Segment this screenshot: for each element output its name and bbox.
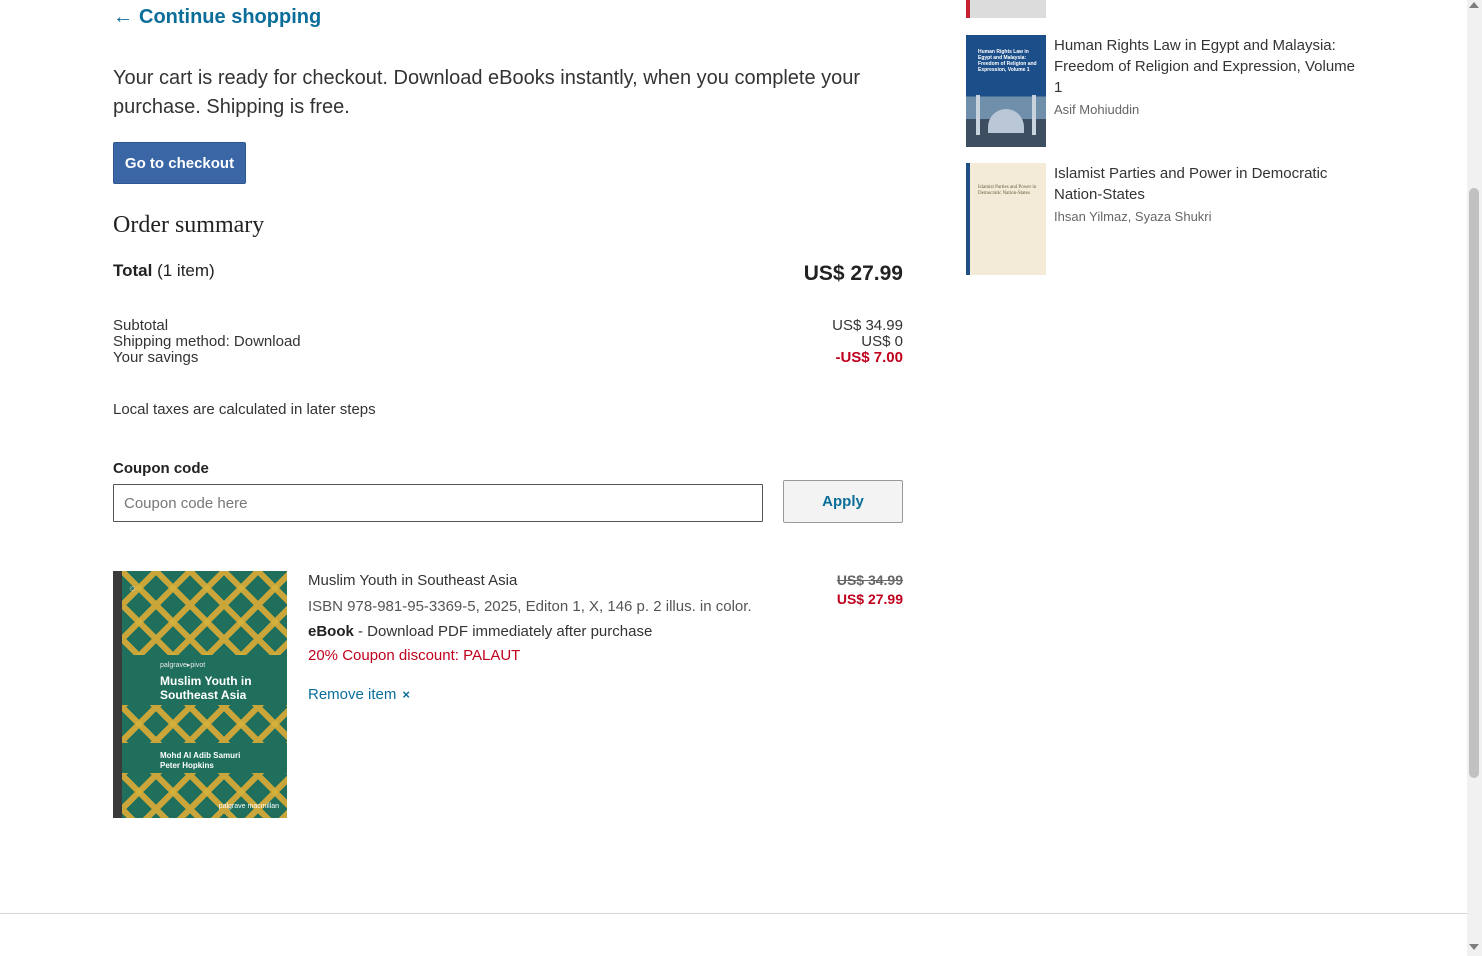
cover-publisher: palgrave▸pivot [160,662,206,669]
book-cover-image[interactable]: ☼ palgrave▸pivot Muslim Youth in Southea… [113,571,287,818]
recommendation-cover-1[interactable]: Human Rights Law in Egypt and Malaysia: … [966,35,1046,147]
footer-divider [0,913,1467,914]
cover-art-shape [988,109,1024,133]
total-item-count: (1 item) [157,261,215,280]
order-summary-heading: Order summary [113,212,265,238]
taxes-note: Local taxes are calculated in later step… [113,401,376,418]
recommendation-title-1[interactable]: Human Rights Law in Egypt and Malaysia: … [1054,35,1364,98]
continue-shopping-label: Continue shopping [139,6,322,28]
recommendation-author-2: Ihsan Yilmaz, Syaza Shukri [1054,209,1212,224]
recommendation-cover-text: Human Rights Law in Egypt and Malaysia: … [978,49,1037,73]
coupon-code-input[interactable] [113,484,763,522]
cart-item-details: ISBN 978-981-95-3369-5, 2025, Editon 1, … [308,598,752,615]
discounted-price: US$ 27.99 [836,591,903,607]
subtotal-label: Subtotal [113,317,169,334]
cover-title: Muslim Youth in Southeast Asia [160,674,252,702]
cover-art-shape [976,95,980,135]
recommendation-author-1: Asif Mohiuddin [1054,102,1140,117]
recommendation-cover-2[interactable]: Islamist Parties and Power in Democratic… [966,163,1046,275]
cover-publisher-logo: palgrave macmillan [218,803,279,810]
cart-item-title[interactable]: Muslim Youth in Southeast Asia [308,572,517,589]
close-icon: × [402,687,410,702]
apply-coupon-button[interactable]: Apply [783,480,903,523]
coupon-discount-note: 20% Coupon discount: PALAUT [308,647,521,664]
savings-value: -US$ 7.00 [835,349,903,366]
recommendation-cover-text: Islamist Parties and Power in Democratic… [978,185,1037,196]
total-label-text: Total [113,261,153,280]
format-name: eBook [308,623,354,640]
recommendation-cover-partial[interactable] [966,0,1046,18]
cart-item-format: eBook - Download PDF immediately after p… [308,623,652,640]
coupon-code-label: Coupon code [113,460,209,477]
recommendation-title-2[interactable]: Islamist Parties and Power in Democratic… [1054,163,1364,205]
format-description: - Download PDF immediately after purchas… [353,623,653,640]
original-price: US$ 34.99 [836,572,903,588]
arrow-left-icon: ← [113,6,133,28]
go-to-checkout-button[interactable]: Go to checkout [113,142,246,184]
subtotal-value: US$ 34.99 [832,317,903,334]
checkout-intro-text: Your cart is ready for checkout. Downloa… [113,67,861,118]
shipping-method-label: Shipping method: Download [113,333,301,350]
scrollbar-thumb[interactable] [1469,188,1479,778]
cover-badge-icon: ☼ [128,583,138,594]
remove-item-label: Remove item [308,686,397,703]
continue-shopping-link[interactable]: ← Continue shopping [113,6,321,29]
scroll-down-arrow-icon[interactable] [1469,944,1479,950]
total-label: Total (1 item) [113,261,215,281]
remove-item-link[interactable]: Remove item × [308,686,410,703]
cover-art-shape [1032,95,1036,135]
savings-label: Your savings [113,349,199,366]
shipping-value: US$ 0 [861,333,903,350]
cover-authors: Mohd Al Adib Samuri Peter Hopkins [160,751,241,770]
total-value: US$ 27.99 [803,262,903,285]
scroll-up-arrow-icon[interactable] [1469,2,1479,8]
